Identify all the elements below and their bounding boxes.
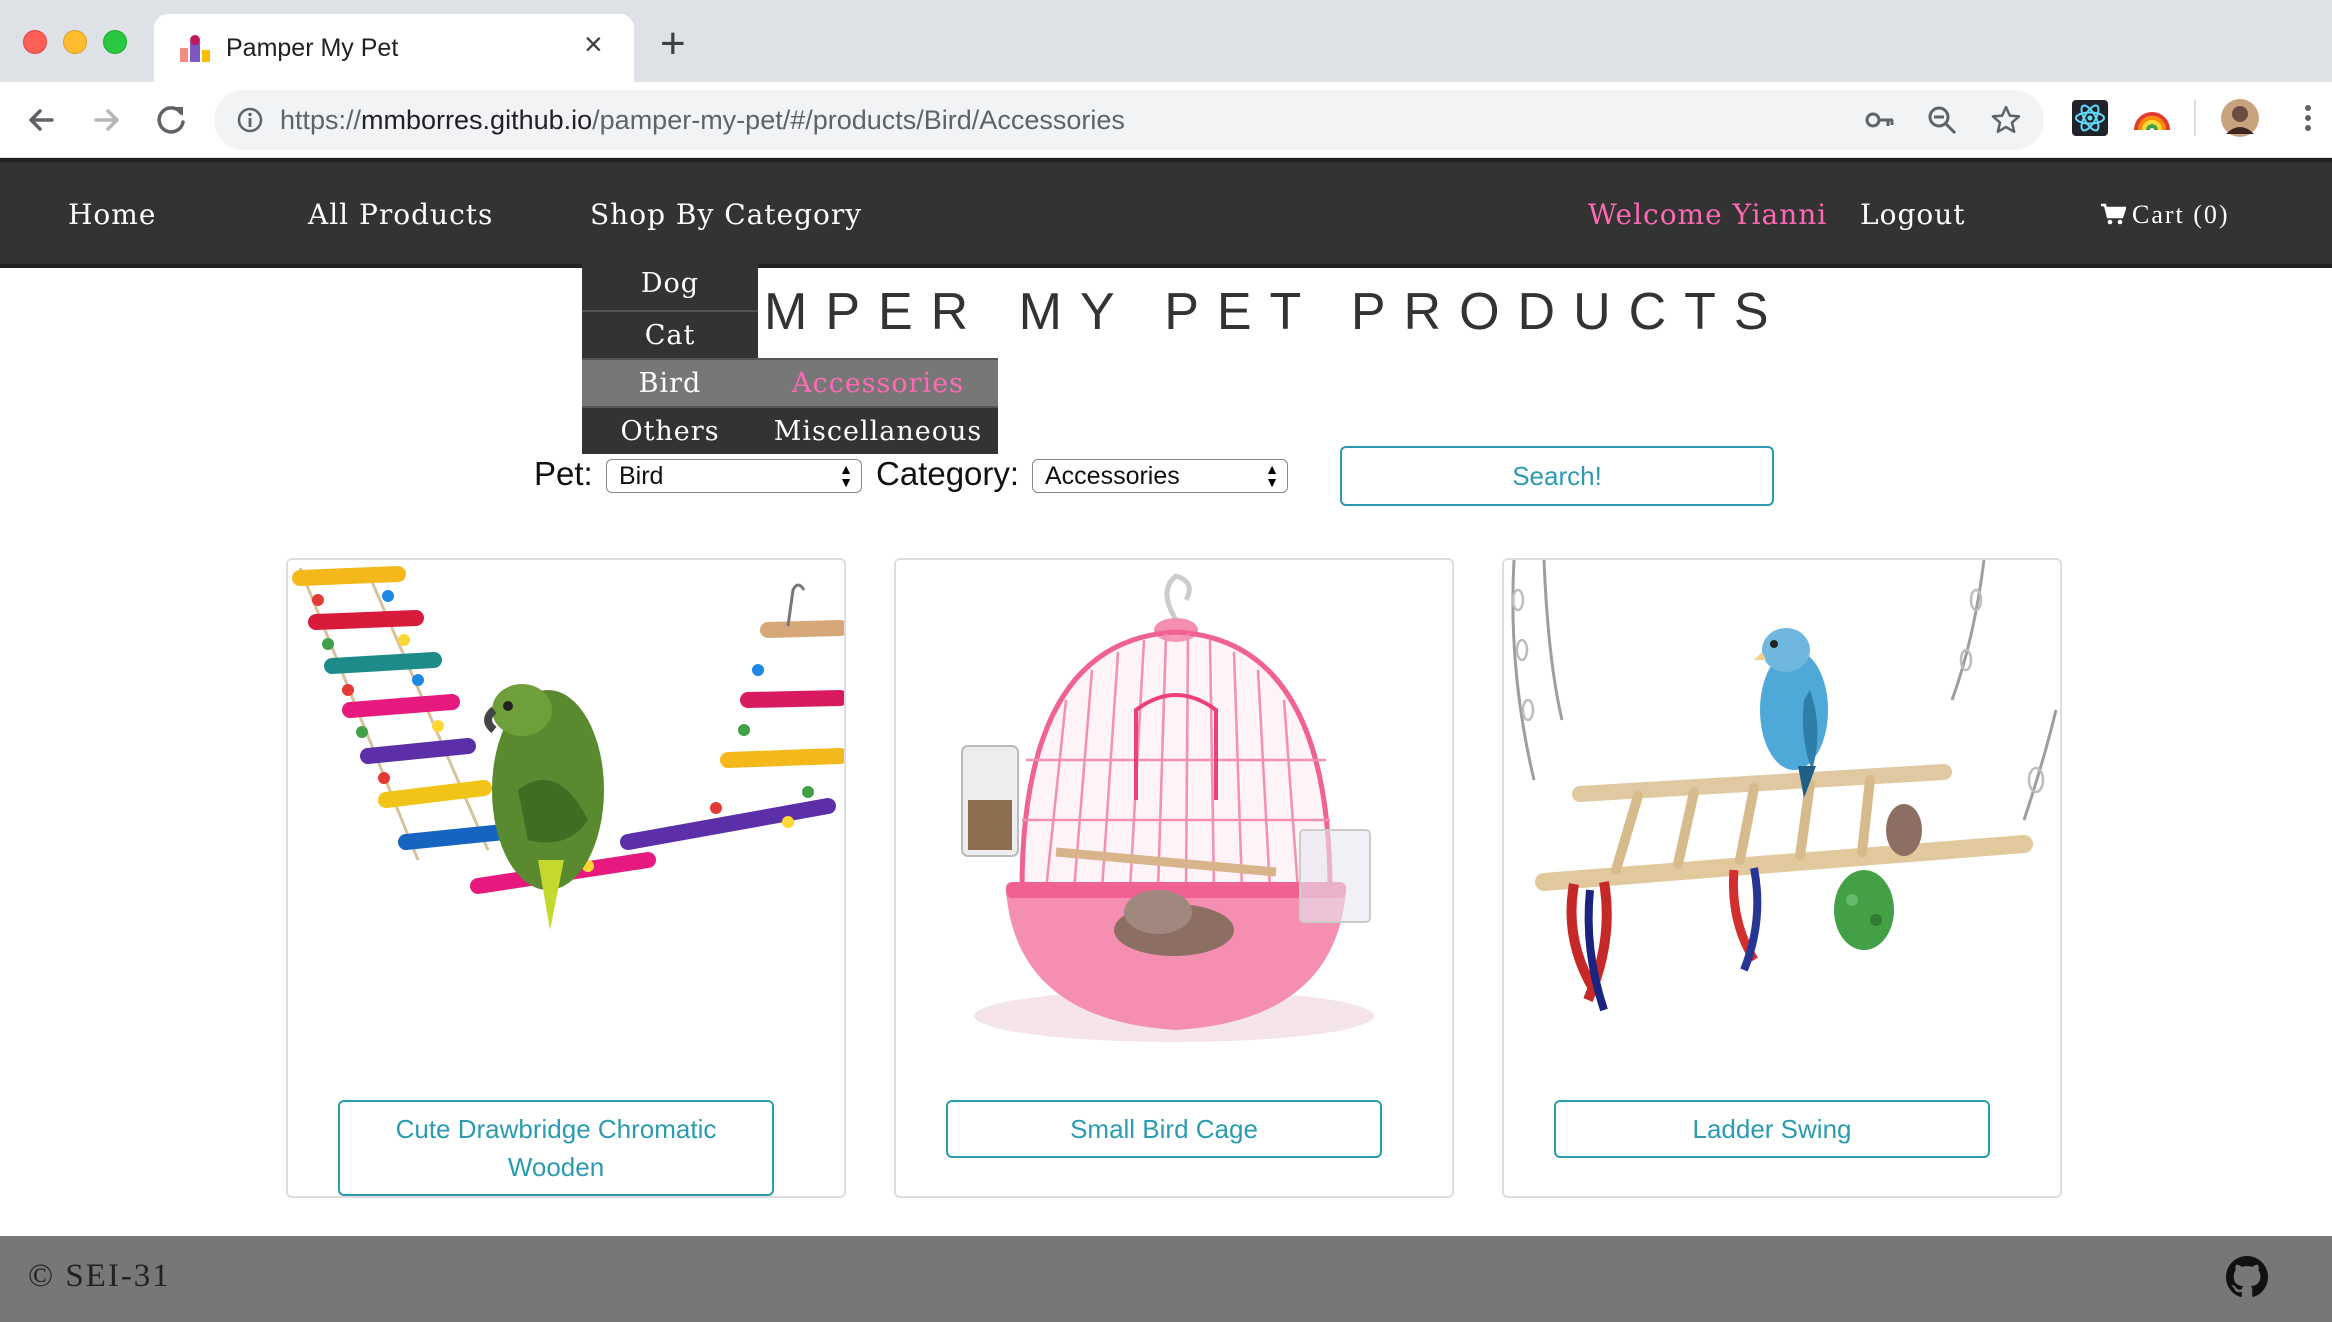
- bookmark-star-icon[interactable]: [1990, 104, 2022, 136]
- select-arrows-icon: ▲ ▼: [1265, 461, 1279, 490]
- toolbar-divider: [2194, 100, 2196, 136]
- select-arrows-icon: ▲ ▼: [839, 461, 853, 490]
- nav-cart-link[interactable]: Cart (0): [2100, 200, 2230, 230]
- pet-favicon-icon: [180, 35, 210, 62]
- browser-tabstrip: Pamper My Pet × +: [0, 0, 2332, 82]
- new-tab-icon[interactable]: +: [660, 22, 686, 66]
- category-select-value: Accessories: [1045, 462, 1180, 490]
- category-select[interactable]: Accessories ▲ ▼: [1032, 459, 1288, 493]
- nav-shop-by-category-link[interactable]: Shop By Category: [590, 198, 862, 231]
- site-info-icon[interactable]: [236, 106, 264, 134]
- dropdown-item-cat[interactable]: Cat: [582, 310, 758, 358]
- pet-filter-label: Pet:: [534, 455, 593, 492]
- rainbow-extension-icon[interactable]: [2132, 98, 2172, 138]
- pet-select-value: Bird: [619, 462, 664, 490]
- tab-close-icon[interactable]: ×: [584, 28, 603, 60]
- pet-select[interactable]: Bird ▲ ▼: [606, 459, 862, 493]
- github-icon[interactable]: [2226, 1256, 2268, 1298]
- nav-all-products-link[interactable]: All Products: [308, 198, 493, 231]
- search-button[interactable]: Search!: [1340, 446, 1774, 506]
- product-image-ladder-swing[interactable]: [1504, 560, 2060, 1060]
- browser-tab[interactable]: Pamper My Pet ×: [154, 14, 634, 82]
- window-close-button[interactable]: [23, 30, 47, 54]
- footer-copyright: © SEI-31: [28, 1258, 171, 1294]
- dropdown-item-bird[interactable]: Bird: [582, 358, 758, 406]
- zoom-icon[interactable]: [1926, 104, 1958, 136]
- product-card: Cute Drawbridge Chromatic Wooden: [286, 558, 846, 1198]
- browser-menu-icon[interactable]: [2288, 98, 2328, 138]
- dropdown-item-others[interactable]: Others: [582, 406, 758, 454]
- product-card: Small Bird Cage: [894, 558, 1454, 1198]
- url-text[interactable]: https://mmborres.github.io/pamper-my-pet…: [280, 105, 1125, 136]
- address-bar[interactable]: https://mmborres.github.io/pamper-my-pet…: [214, 90, 2044, 150]
- nav-home-link[interactable]: Home: [68, 198, 156, 231]
- window-zoom-button[interactable]: [103, 30, 127, 54]
- window-minimize-button[interactable]: [63, 30, 87, 54]
- nav-welcome-text: Welcome Yianni: [1588, 198, 1828, 231]
- reload-icon[interactable]: [150, 98, 194, 142]
- cart-label: Cart (0): [2132, 200, 2230, 229]
- product-name-button[interactable]: Cute Drawbridge Chromatic Wooden: [338, 1100, 774, 1196]
- nav-logout-link[interactable]: Logout: [1860, 198, 1966, 231]
- key-icon[interactable]: [1864, 104, 1896, 136]
- forward-arrow-icon[interactable]: [84, 98, 128, 142]
- product-name-button[interactable]: Small Bird Cage: [946, 1100, 1382, 1158]
- dropdown-item-dog[interactable]: Dog: [582, 258, 758, 310]
- page-footer: © SEI-31: [0, 1236, 2332, 1322]
- url-host: mmborres.github.io: [361, 105, 593, 135]
- category-filter-label: Category:: [876, 455, 1020, 492]
- dropdown-subitem-miscellaneous[interactable]: Miscellaneous: [758, 406, 998, 454]
- product-card: Ladder Swing: [1502, 558, 2062, 1198]
- shopping-cart-icon: [2101, 203, 2127, 225]
- back-arrow-icon[interactable]: [20, 98, 64, 142]
- page-title: MPER MY PET PRODUCTS: [764, 283, 1787, 341]
- dropdown-subitem-accessories[interactable]: Accessories: [758, 358, 998, 406]
- product-image-bird-cage[interactable]: [896, 560, 1452, 1060]
- browser-toolbar: https://mmborres.github.io/pamper-my-pet…: [0, 82, 2332, 158]
- profile-avatar-icon[interactable]: [2220, 98, 2260, 138]
- tab-title: Pamper My Pet: [226, 34, 399, 62]
- url-path: /pamper-my-pet/#/products/Bird/Accessori…: [592, 105, 1125, 135]
- product-image-parrot-ladder[interactable]: [288, 560, 844, 1060]
- app-navbar: Home All Products Shop By Category Welco…: [0, 158, 2332, 268]
- url-scheme: https://: [280, 105, 362, 135]
- react-devtools-icon[interactable]: [2070, 98, 2110, 138]
- product-name-button[interactable]: Ladder Swing: [1554, 1100, 1990, 1158]
